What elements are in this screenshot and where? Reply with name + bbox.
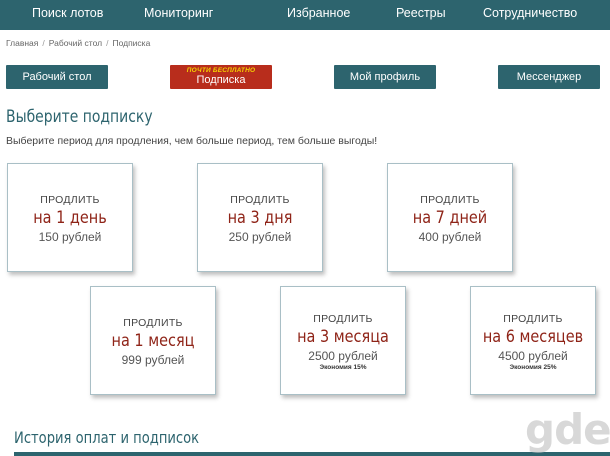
plan-period: на 3 дня (227, 208, 293, 228)
plan-card-3-months[interactable]: ПРОДЛИТЬ на 3 месяца 2500 рублей Экономи… (280, 286, 406, 395)
nav-item-lot-search[interactable]: Поиск лотов (32, 6, 103, 20)
profile-button[interactable]: Мой профиль (334, 65, 436, 89)
top-navigation: Поиск лотов Мониторинг Избранное Реестры… (0, 0, 610, 30)
page-subtitle: Выберите период для продления, чем больш… (6, 135, 378, 147)
plan-period: на 1 месяц (111, 331, 195, 351)
history-table-header (14, 452, 610, 456)
nav-item-registries[interactable]: Реестры (396, 6, 446, 20)
breadcrumb-separator: / (106, 38, 109, 48)
plan-label: ПРОДЛИТЬ (40, 194, 100, 206)
subscription-label: Подписка (196, 74, 246, 87)
plan-card-7-days[interactable]: ПРОДЛИТЬ на 7 дней 400 рублей (387, 163, 513, 272)
messenger-button[interactable]: Мессенджер (498, 65, 600, 89)
plan-label: ПРОДЛИТЬ (503, 313, 563, 325)
plan-label: ПРОДЛИТЬ (230, 194, 290, 206)
plan-label: ПРОДЛИТЬ (123, 317, 183, 329)
breadcrumb-separator: / (42, 38, 45, 48)
nav-item-monitoring[interactable]: Мониторинг (144, 6, 213, 20)
plan-period: на 6 месяцев (482, 327, 584, 347)
plan-period: на 7 дней (412, 208, 488, 228)
plan-label: ПРОДЛИТЬ (420, 194, 480, 206)
plan-card-1-day[interactable]: ПРОДЛИТЬ на 1 день 150 рублей (7, 163, 133, 272)
plan-price: 150 рублей (38, 230, 102, 244)
nav-item-favorites[interactable]: Избранное (287, 6, 350, 20)
breadcrumb-current: Подписка (112, 38, 151, 48)
plan-price: 4500 рублей (498, 349, 568, 363)
plan-saving: Экономия 25% (509, 364, 557, 371)
nav-item-cooperation[interactable]: Сотрудничество (483, 6, 577, 20)
plan-card-6-months[interactable]: ПРОДЛИТЬ на 6 месяцев 4500 рублей Эконом… (470, 286, 596, 395)
plan-card-3-days[interactable]: ПРОДЛИТЬ на 3 дня 250 рублей (197, 163, 323, 272)
plan-price: 400 рублей (418, 230, 482, 244)
plan-period: на 1 день (33, 208, 107, 228)
plan-price: 999 рублей (121, 353, 185, 367)
page-title: Выберите подписку (6, 107, 153, 127)
desktop-button[interactable]: Рабочий стол (6, 65, 108, 89)
history-title: История оплат и подписок (14, 428, 200, 447)
subscription-button[interactable]: ПОЧТИ БЕСПЛАТНО Подписка (170, 65, 272, 89)
plan-price: 2500 рублей (308, 349, 378, 363)
plan-label: ПРОДЛИТЬ (313, 313, 373, 325)
plan-saving: Экономия 15% (319, 364, 367, 371)
plan-period: на 3 месяца (297, 327, 389, 347)
breadcrumb-home[interactable]: Главная (6, 38, 38, 48)
watermark-logo: gde (525, 405, 610, 454)
breadcrumb: Главная / Рабочий стол / Подписка (6, 38, 150, 48)
plan-card-1-month[interactable]: ПРОДЛИТЬ на 1 месяц 999 рублей (90, 286, 216, 395)
plan-price: 250 рублей (228, 230, 292, 244)
breadcrumb-desktop[interactable]: Рабочий стол (49, 38, 102, 48)
